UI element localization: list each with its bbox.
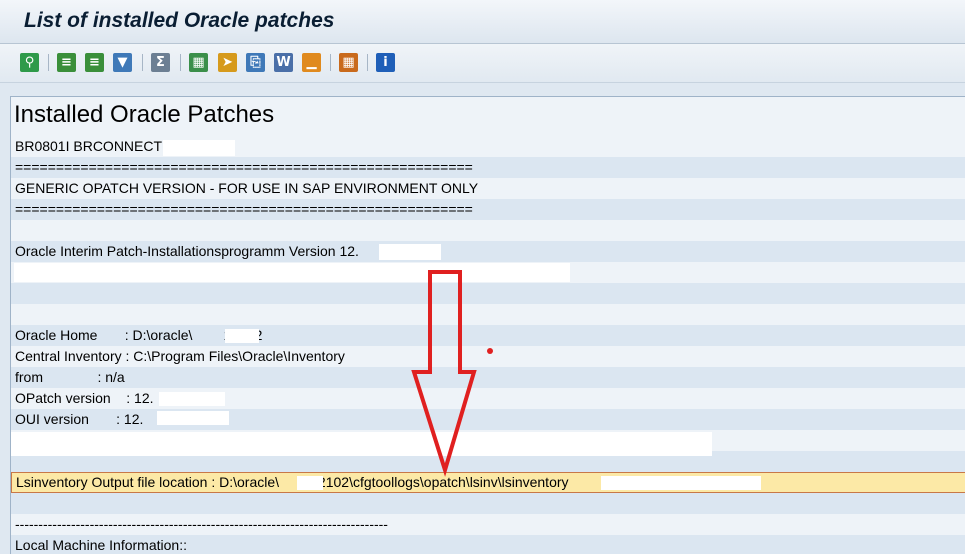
redaction-box: [297, 476, 323, 490]
send-icon[interactable]: ➤: [218, 53, 237, 72]
redaction-box: [159, 392, 225, 406]
report-line: BR0801I BRCONNECT: [15, 138, 163, 154]
export-icon[interactable]: ▦: [189, 53, 208, 72]
sort-ascending-icon[interactable]: ≡: [57, 53, 76, 72]
word-processing-icon[interactable]: W: [274, 53, 293, 72]
redaction-box: [601, 476, 761, 490]
toolbar-separator: [367, 54, 368, 71]
report-line: OUI version : 12.: [11, 409, 965, 430]
report-line: [11, 493, 965, 514]
toolbar-separator: [330, 54, 331, 71]
report-line: Oracle Home : D:\oracle\ 12102: [11, 325, 965, 346]
window-title: List of installed Oracle patches: [24, 9, 335, 32]
sort-descending-icon[interactable]: ≡: [85, 53, 104, 72]
report-line: GENERIC OPATCH VERSION - FOR USE IN SAP …: [15, 180, 479, 196]
title-bar: List of installed Oracle patches: [0, 0, 965, 44]
toolbar-separator: [142, 54, 143, 71]
report-output[interactable]: Installed Oracle Patches BR0801I BRCONNE…: [10, 96, 965, 554]
report-line: Central Inventory : C:\Program Files\Ora…: [15, 348, 345, 364]
report-line: ----------------------------------------…: [15, 516, 388, 532]
redaction-box: [163, 140, 235, 156]
report-line: [11, 283, 965, 304]
redaction-box: [157, 411, 229, 425]
report-line: [11, 220, 965, 241]
selected-report-line[interactable]: Lsinventory Output file location : D:\or…: [11, 472, 965, 493]
report-line: Local Machine Information::: [11, 535, 965, 554]
layout-icon[interactable]: ▦: [339, 53, 358, 72]
report-line: OPatch version : 12.: [15, 390, 154, 406]
report-line: ========================================…: [11, 157, 965, 178]
redaction-box: [379, 244, 441, 260]
report-line: [11, 304, 965, 325]
info-icon[interactable]: i: [376, 53, 395, 72]
total-icon[interactable]: Σ: [151, 53, 170, 72]
report-line: ========================================…: [11, 199, 965, 220]
chart-icon[interactable]: ▁: [302, 53, 321, 72]
report-line: from : n/a: [11, 367, 965, 388]
print-preview-icon[interactable]: ⎘: [246, 53, 265, 72]
report-heading: Installed Oracle Patches: [14, 101, 275, 128]
report-line: Oracle Interim Patch-Installationsprogra…: [11, 241, 965, 262]
details-icon[interactable]: ⚲: [20, 53, 39, 72]
filter-icon[interactable]: ▼: [113, 53, 132, 72]
toolbar: ⚲ ≡ ≡ ▼ Σ ▦ ➤ ⎘ W ▁ ▦ i: [0, 44, 965, 83]
toolbar-separator: [180, 54, 181, 71]
redaction-box: [14, 263, 570, 282]
toolbar-separator: [48, 54, 49, 71]
redaction-box: [225, 329, 259, 343]
redaction-box: [11, 432, 712, 456]
